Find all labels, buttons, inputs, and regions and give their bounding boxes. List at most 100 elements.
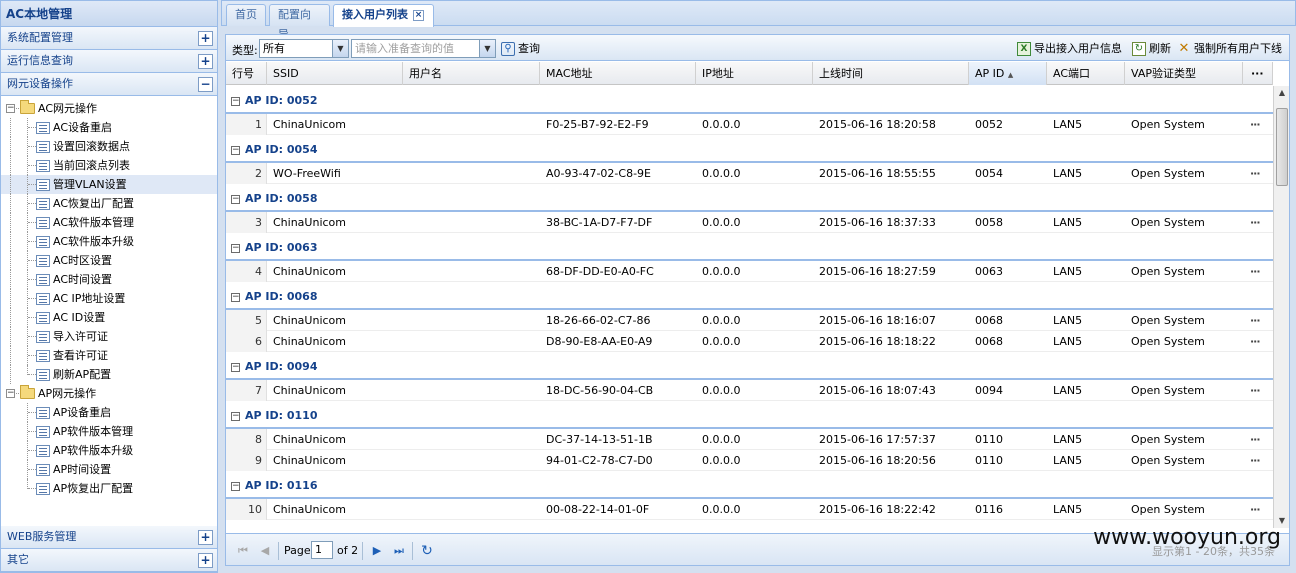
table-row[interactable]: 10 ChinaUnicom 00-08-22-14-01-0F 0.0.0.0 201… (226, 499, 1273, 520)
col-header-online-time[interactable]: 上线时间 (813, 62, 969, 85)
table-row[interactable]: 7 ChinaUnicom 18-DC-56-90-04-CB 0.0.0.0 2015… (226, 380, 1273, 401)
prev-page-icon[interactable]: ◀ (258, 543, 272, 559)
group-header[interactable]: − AP ID: 0110 (226, 401, 1273, 429)
close-tab-icon[interactable]: × (413, 9, 424, 21)
scroll-up-icon[interactable]: ▲ (1274, 86, 1290, 100)
tree-item[interactable]: 设置回滚数据点 (1, 137, 217, 156)
collapse-icon[interactable]: − (231, 244, 240, 253)
row-more-button[interactable]: ··· (1250, 499, 1270, 520)
refresh-icon[interactable]: ↻ (420, 543, 434, 559)
col-header-ac-port[interactable]: AC端口 (1047, 62, 1125, 85)
tree-item[interactable]: 导入许可证 (1, 327, 217, 346)
collapse-icon[interactable]: − (231, 363, 240, 372)
tree-item[interactable]: AC ID设置 (1, 308, 217, 327)
tree-item[interactable]: AC IP地址设置 (1, 289, 217, 308)
tab-home[interactable]: 首页 (226, 4, 266, 26)
tree-item[interactable]: 查看许可证 (1, 346, 217, 365)
tree-item[interactable]: AC时区设置 (1, 251, 217, 270)
nav-section-system-config[interactable]: 系统配置管理 + (1, 27, 217, 50)
tree-item[interactable]: 当前回滚点列表 (1, 156, 217, 175)
tree-item[interactable]: AP软件版本管理 (1, 422, 217, 441)
expand-icon[interactable]: + (198, 54, 213, 69)
collapse-icon[interactable]: − (231, 146, 240, 155)
collapse-icon[interactable]: − (231, 97, 240, 106)
table-row[interactable]: 8 ChinaUnicom DC-37-14-13-51-1B 0.0.0.0 2015… (226, 429, 1273, 450)
collapse-icon[interactable]: − (231, 482, 240, 491)
tree-item[interactable]: AP恢复出厂配置 (1, 479, 217, 498)
tree-group-ac[interactable]: − AC网元操作 (1, 99, 217, 118)
tree-item[interactable]: AP软件版本升级 (1, 441, 217, 460)
nav-section-ne-operations[interactable]: 网元设备操作 − (1, 73, 217, 96)
first-page-icon[interactable]: ⏮ (236, 543, 250, 559)
row-more-button[interactable]: ··· (1250, 212, 1270, 233)
search-button[interactable]: ⚲ 查询 (501, 40, 540, 57)
collapse-icon[interactable]: − (6, 104, 15, 113)
col-header-index[interactable]: 行号 (226, 62, 267, 85)
row-more-button[interactable]: ··· (1250, 331, 1270, 352)
col-header-ssid[interactable]: SSID (267, 62, 403, 85)
tab-access-user-list[interactable]: 接入用户列表 × (333, 4, 434, 27)
expand-icon[interactable]: + (198, 553, 213, 568)
row-more-button[interactable]: ··· (1250, 450, 1270, 471)
grid-vertical-scrollbar[interactable]: ▲ ▼ (1273, 86, 1289, 528)
col-header-mac[interactable]: MAC地址 (540, 62, 696, 85)
refresh-button[interactable]: ↻ 刷新 (1132, 40, 1171, 57)
scroll-thumb[interactable] (1276, 108, 1288, 186)
nav-section-runtime-info[interactable]: 运行信息查询 + (1, 50, 217, 73)
group-header[interactable]: − AP ID: 0063 (226, 233, 1273, 261)
tree-item[interactable]: 刷新AP配置 (1, 365, 217, 384)
nav-section-other[interactable]: 其它 + (1, 549, 217, 572)
search-input[interactable]: 请输入准备查询的值 ▼ (351, 39, 496, 58)
next-page-icon[interactable]: ▶ (370, 543, 384, 559)
expand-icon[interactable]: + (198, 31, 213, 46)
table-row[interactable]: 3 ChinaUnicom 38-BC-1A-D7-F7-DF 0.0.0.0 2015… (226, 212, 1273, 233)
tree-item[interactable]: AP时间设置 (1, 460, 217, 479)
tree-item[interactable]: AC时间设置 (1, 270, 217, 289)
row-more-button[interactable]: ··· (1250, 310, 1270, 331)
last-page-icon[interactable]: ⏭ (392, 543, 406, 559)
tree-item[interactable]: AC软件版本升级 (1, 232, 217, 251)
tree-item[interactable]: 管理VLAN设置 (1, 175, 217, 194)
tree-group-ap[interactable]: − AP网元操作 (1, 384, 217, 403)
tree-item[interactable]: AC软件版本管理 (1, 213, 217, 232)
page-number-input[interactable]: 1 (311, 541, 333, 559)
chevron-down-icon[interactable]: ▼ (332, 40, 348, 57)
table-row[interactable]: 2 WO-FreeWifi A0-93-47-02-C8-9E 0.0.0.0 2015… (226, 163, 1273, 184)
col-header-vap-auth[interactable]: VAP验证类型 (1125, 62, 1243, 85)
group-header[interactable]: − AP ID: 0058 (226, 184, 1273, 212)
expand-icon[interactable]: + (198, 530, 213, 545)
tree-item[interactable]: AP设备重启 (1, 403, 217, 422)
chevron-down-icon[interactable]: ▼ (479, 40, 495, 57)
tab-config-wizard[interactable]: 配置向导 (269, 4, 330, 41)
collapse-icon[interactable]: − (6, 389, 15, 398)
collapse-icon[interactable]: − (198, 77, 213, 92)
collapse-icon[interactable]: − (231, 412, 240, 421)
row-more-button[interactable]: ··· (1250, 114, 1270, 135)
row-more-button[interactable]: ··· (1250, 163, 1270, 184)
col-menu-button[interactable]: ··· (1243, 62, 1273, 85)
group-header[interactable]: − AP ID: 0054 (226, 135, 1273, 163)
tree-item[interactable]: AC恢复出厂配置 (1, 194, 217, 213)
table-row[interactable]: 5 ChinaUnicom 18-26-66-02-C7-86 0.0.0.0 2015… (226, 310, 1273, 331)
table-row[interactable]: 1 ChinaUnicom F0-25-B7-92-E2-F9 0.0.0.0 2015… (226, 114, 1273, 135)
col-header-username[interactable]: 用户名 (403, 62, 540, 85)
group-header[interactable]: − AP ID: 0052 (226, 86, 1273, 114)
col-header-ip[interactable]: IP地址 (696, 62, 813, 85)
export-users-button[interactable]: X 导出接入用户信息 (1017, 40, 1122, 57)
table-row[interactable]: 9 ChinaUnicom 94-01-C2-78-C7-D0 0.0.0.0 2015… (226, 450, 1273, 471)
table-row[interactable]: 6 ChinaUnicom D8-90-E8-AA-E0-A9 0.0.0.0 2015… (226, 331, 1273, 352)
row-more-button[interactable]: ··· (1250, 261, 1270, 282)
nav-section-web-service[interactable]: WEB服务管理 + (1, 526, 217, 549)
table-row[interactable]: 4 ChinaUnicom 68-DF-DD-E0-A0-FC 0.0.0.0 2015… (226, 261, 1273, 282)
group-header[interactable]: − AP ID: 0068 (226, 282, 1273, 310)
row-more-button[interactable]: ··· (1250, 380, 1270, 401)
group-header[interactable]: − AP ID: 0116 (226, 471, 1273, 499)
type-select[interactable]: 所有 ▼ (259, 39, 349, 58)
collapse-icon[interactable]: − (231, 195, 240, 204)
col-header-ap-id[interactable]: AP ID ▲ (969, 62, 1047, 85)
group-header[interactable]: − AP ID: 0094 (226, 352, 1273, 380)
collapse-icon[interactable]: − (231, 293, 240, 302)
kick-all-users-button[interactable]: ✕ 强制所有用户下线 (1177, 40, 1282, 57)
tree-item[interactable]: AC设备重启 (1, 118, 217, 137)
row-more-button[interactable]: ··· (1250, 429, 1270, 450)
